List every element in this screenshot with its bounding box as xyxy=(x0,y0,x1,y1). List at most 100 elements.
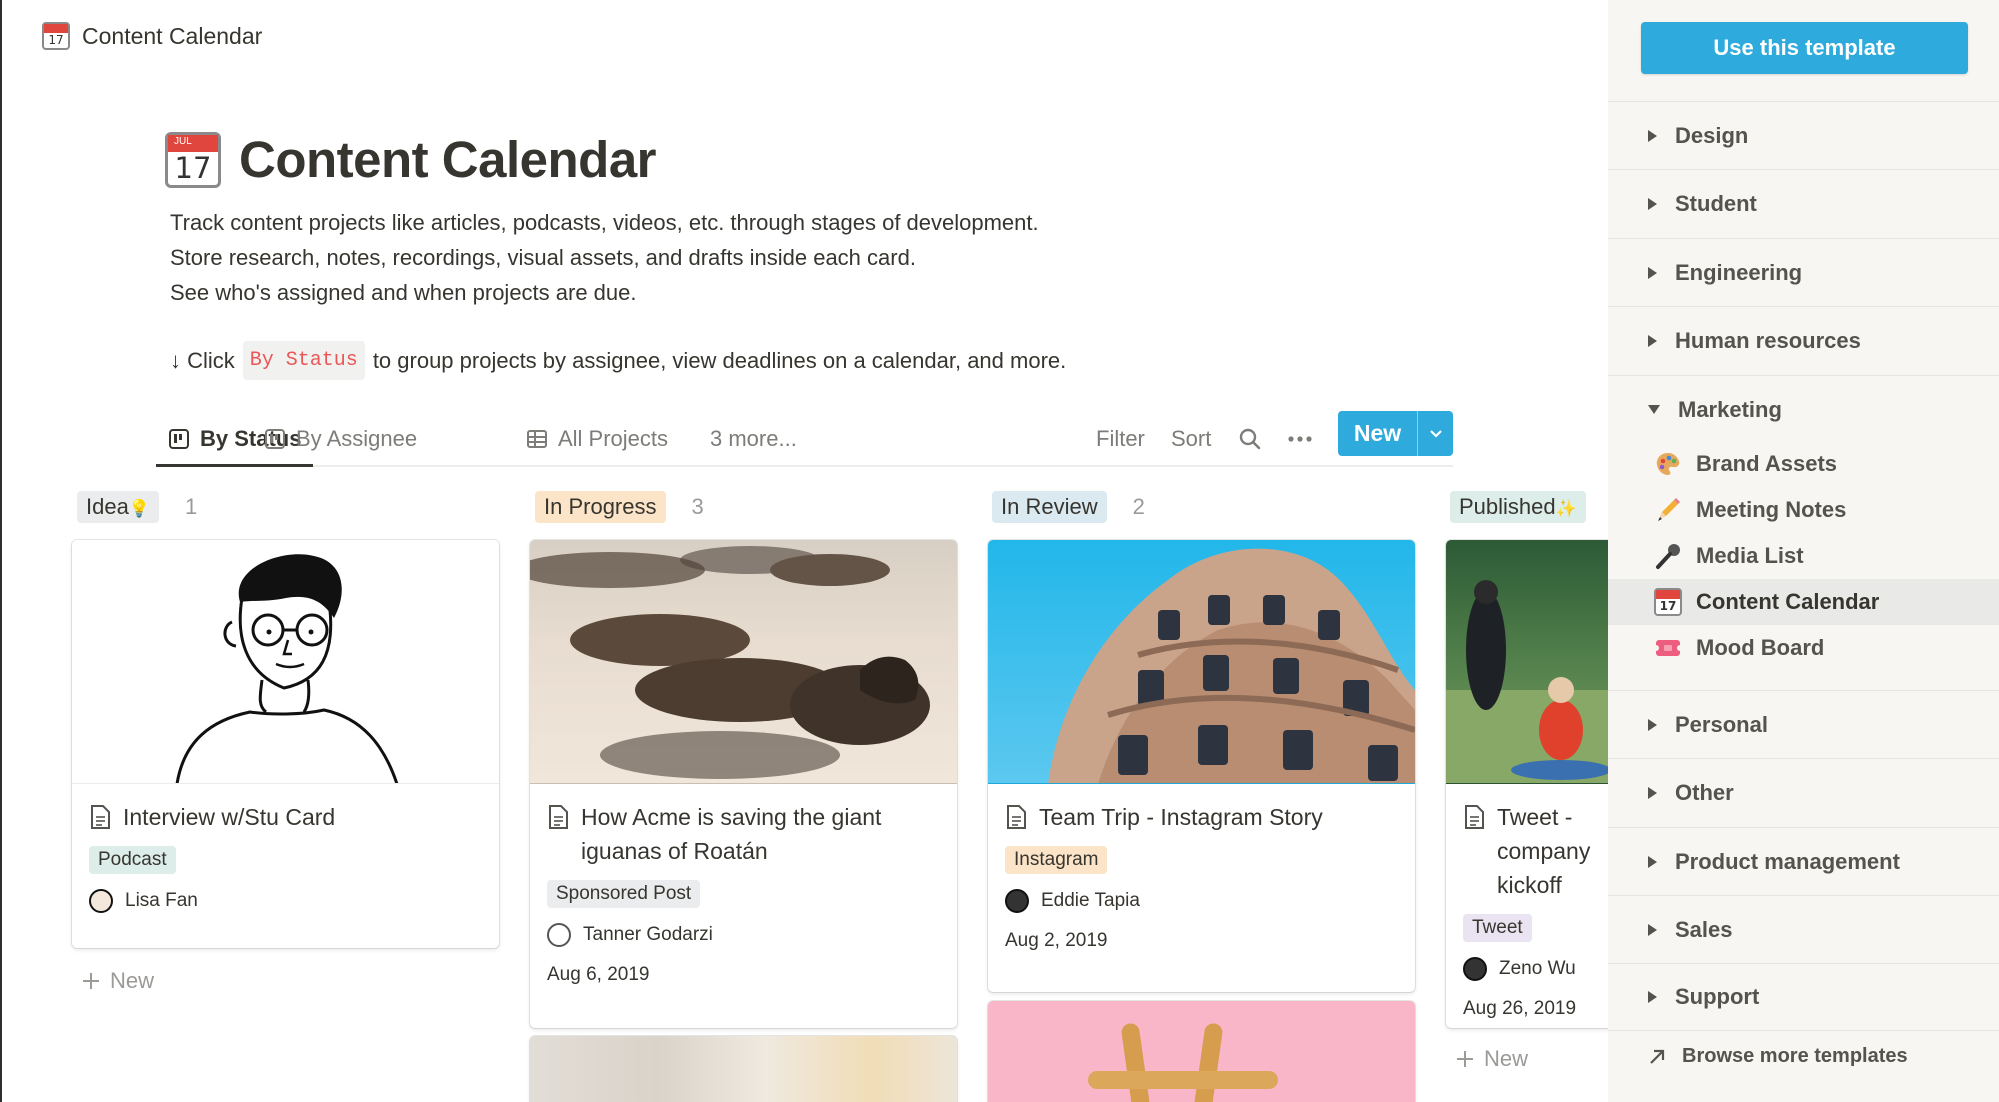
due-date: Aug 26, 2019 xyxy=(1463,998,1577,1019)
tab-label: By Assignee xyxy=(296,426,418,451)
table-icon xyxy=(527,430,547,448)
board-icon xyxy=(265,429,285,449)
view-tabs: By Status By Assignee All Projects 3 mor… xyxy=(156,413,1453,467)
tab-by-assignee[interactable]: By Assignee xyxy=(252,413,429,465)
category-engineering[interactable]: Engineering xyxy=(1608,238,1999,306)
caret-right-icon xyxy=(1648,786,1657,799)
category-personal[interactable]: Personal xyxy=(1608,690,1999,758)
new-button[interactable]: New xyxy=(1338,411,1418,456)
microphone-icon xyxy=(1654,542,1682,570)
description-line: Track content projects like articles, po… xyxy=(170,210,1039,235)
document-icon xyxy=(91,805,110,829)
board-card[interactable]: Tweet - company kickoff Tweet Zeno Wu Au… xyxy=(1446,540,1608,1028)
inline-code: By Status xyxy=(242,341,365,380)
page-title[interactable]: Content Calendar xyxy=(239,130,657,189)
use-template-button[interactable]: Use this template xyxy=(1641,22,1968,74)
card-cover-image xyxy=(530,1036,957,1102)
template-media-list[interactable]: Media List xyxy=(1608,533,1999,579)
caret-right-icon xyxy=(1648,718,1657,731)
tab-more-views[interactable]: 3 more... xyxy=(698,413,809,465)
assignee-name: Eddie Tapia xyxy=(1041,890,1140,911)
assignee: Lisa Fan xyxy=(89,886,482,916)
description-line: Store research, notes, recordings, visua… xyxy=(170,245,916,270)
template-meeting-notes[interactable]: Meeting Notes xyxy=(1608,487,1999,533)
plus-icon xyxy=(1457,1051,1473,1067)
search-icon[interactable] xyxy=(1238,413,1262,465)
column-count: 3 xyxy=(691,494,704,519)
tag: Instagram xyxy=(1005,846,1108,874)
category-other[interactable]: Other xyxy=(1608,758,1999,826)
status-badge: Published✨ xyxy=(1450,491,1586,523)
breadcrumb-title[interactable]: Content Calendar xyxy=(82,23,262,50)
breadcrumb[interactable]: 17 Content Calendar xyxy=(42,20,262,52)
calendar-icon[interactable]: JUL 17 xyxy=(165,131,221,188)
calendar-icon: 17 xyxy=(1654,588,1682,616)
column-header-in-review[interactable]: In Review 2 xyxy=(992,490,1145,524)
card-cover-image xyxy=(1446,540,1608,784)
hint-line: ↓ Click By Status to group projects by a… xyxy=(170,341,1066,380)
main-content: 17 Content Calendar JUL 17 Content Calen… xyxy=(0,0,1608,1102)
add-new-card-button[interactable]: New xyxy=(1456,1046,1528,1072)
card-title: Team Trip - Instagram Story xyxy=(1039,804,1323,830)
category-marketing[interactable]: Marketing xyxy=(1608,375,1999,443)
template-sidebar: Use this template Design Student Enginee… xyxy=(1608,0,1999,1102)
template-mood-board[interactable]: Mood Board xyxy=(1608,625,1999,671)
card-title: Interview w/Stu Card xyxy=(123,804,336,830)
column-header-in-progress[interactable]: In Progress 3 xyxy=(535,490,704,524)
chevron-down-icon[interactable] xyxy=(1418,411,1453,456)
due-date: Aug 2, 2019 xyxy=(1005,930,1108,951)
board-card[interactable]: How Acme is saving the giant iguanas of … xyxy=(530,540,957,1028)
description-line: See who's assigned and when projects are… xyxy=(170,280,637,305)
template-content-calendar[interactable]: 17 Content Calendar xyxy=(1608,579,1999,625)
page-header: JUL 17 Content Calendar xyxy=(165,130,657,189)
arrow-up-right-icon xyxy=(1650,1049,1665,1064)
tab-all-projects[interactable]: All Projects xyxy=(514,413,680,465)
avatar xyxy=(547,923,571,947)
caret-right-icon xyxy=(1648,197,1657,210)
column-header-idea[interactable]: Idea💡 1 xyxy=(77,490,197,524)
category-human-resources[interactable]: Human resources xyxy=(1608,306,1999,374)
card-cover-image xyxy=(72,540,499,784)
card-title: Tweet - company kickoff xyxy=(1497,804,1591,898)
caret-right-icon xyxy=(1648,991,1657,1003)
page-description: Track content projects like articles, po… xyxy=(170,205,1039,310)
tag: Podcast xyxy=(89,846,176,874)
tag: Sponsored Post xyxy=(547,880,701,908)
more-options-icon[interactable] xyxy=(1287,413,1313,465)
filter-button[interactable]: Filter xyxy=(1096,413,1145,465)
board-icon xyxy=(169,429,189,449)
document-icon xyxy=(549,805,568,829)
document-icon xyxy=(1007,805,1026,829)
assignee: Zeno Wu xyxy=(1463,954,1608,984)
status-badge: Idea💡 xyxy=(77,491,159,523)
card-cover-image xyxy=(988,540,1415,784)
palette-icon xyxy=(1654,450,1682,478)
category-support[interactable]: Support xyxy=(1608,963,1999,1031)
category-design[interactable]: Design xyxy=(1608,101,1999,169)
board-card[interactable] xyxy=(530,1036,957,1102)
category-product-management[interactable]: Product management xyxy=(1608,827,1999,895)
board-card[interactable] xyxy=(988,1001,1415,1102)
caret-right-icon xyxy=(1648,923,1657,936)
new-button-group: New xyxy=(1338,411,1453,456)
browse-more-templates-link[interactable]: Browse more templates xyxy=(1648,1045,1908,1068)
card-cover-image xyxy=(530,540,957,784)
caret-down-icon xyxy=(1648,405,1660,414)
column-count: 2 xyxy=(1132,494,1145,519)
category-sales[interactable]: Sales xyxy=(1608,895,1999,963)
caret-right-icon xyxy=(1648,266,1657,279)
calendar-icon: 17 xyxy=(42,22,70,50)
ticket-icon xyxy=(1653,634,1683,662)
sort-button[interactable]: Sort xyxy=(1171,413,1211,465)
avatar xyxy=(89,889,113,913)
tab-label: All Projects xyxy=(558,426,669,451)
board-card[interactable]: Interview w/Stu Card Podcast Lisa Fan xyxy=(72,540,499,948)
pencil-icon xyxy=(1654,496,1682,524)
template-brand-assets[interactable]: Brand Assets xyxy=(1608,441,1999,487)
assignee: Tanner Godarzi xyxy=(547,920,940,950)
board-card[interactable]: Team Trip - Instagram Story Instagram Ed… xyxy=(988,540,1415,992)
category-student[interactable]: Student xyxy=(1608,169,1999,237)
tab-label: 3 more... xyxy=(710,426,797,451)
add-new-card-button[interactable]: New xyxy=(82,968,154,994)
column-header-published[interactable]: Published✨ xyxy=(1450,490,1586,524)
